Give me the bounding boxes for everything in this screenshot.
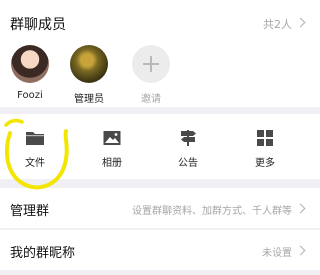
row-value: 设置群聊资料、加群方式、千人群等 [132,206,292,217]
action-label: 相册 [102,158,122,169]
chevron-right-icon [295,203,306,214]
folder-icon [25,129,45,147]
invite-label: 邀请 [141,94,161,105]
my-nickname-row[interactable]: 我的群昵称 未设置 [0,230,320,270]
row-title: 管理群 [10,204,50,219]
member-admin[interactable]: 管理员 [64,45,114,105]
invite-member-button[interactable]: 邀请 [126,45,176,105]
group-members-section: 群聊成员 共2人 Foozi 管理员 邀请 [0,0,320,107]
member-foozi[interactable]: Foozi [5,45,55,101]
action-label: 更多 [255,158,275,169]
group-members-title: 群聊成员 [10,17,66,33]
group-actions-grid: 文件 相册 公告 更多 [0,114,320,179]
manage-group-row[interactable]: 管理群 设置群聊资料、加群方式、千人群等 [0,188,320,228]
image-icon [102,129,122,147]
member-name: 管理员 [74,94,104,105]
signpost-icon [178,129,198,147]
chevron-right-icon [295,17,306,28]
action-label: 文件 [25,158,45,169]
member-count-link[interactable]: 共2人 [263,16,292,32]
action-label: 公告 [178,158,198,169]
announcement-button[interactable]: 公告 [158,114,218,179]
avatar [11,45,49,83]
plus-icon [132,45,170,83]
row-title: 我的群昵称 [10,246,76,261]
member-name: Foozi [17,90,43,101]
more-button[interactable]: 更多 [235,114,295,179]
row-value: 未设置 [262,248,292,259]
avatar [70,45,108,83]
chevron-right-icon [295,245,306,256]
album-button[interactable]: 相册 [82,114,142,179]
files-button[interactable]: 文件 [5,114,65,179]
grid-icon [255,129,275,147]
